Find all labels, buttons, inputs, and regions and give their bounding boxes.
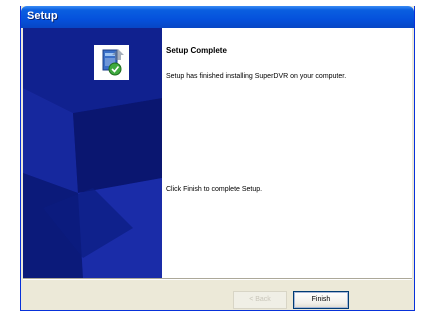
window-title: Setup	[27, 10, 58, 22]
title-bar[interactable]: Setup	[21, 6, 414, 28]
setup-installer-icon	[94, 45, 129, 80]
back-button[interactable]: < Back	[233, 291, 287, 309]
button-separator	[23, 278, 412, 280]
wizard-content: Setup Complete Setup has finished instal…	[23, 28, 412, 278]
finish-message: Setup has finished installing SuperDVR o…	[166, 73, 347, 80]
finish-instruction: Click Finish to complete Setup.	[166, 186, 263, 193]
banner-graphic	[23, 28, 162, 278]
page-heading: Setup Complete	[166, 46, 227, 55]
setup-window: Setup Setup Complete Setup has finished …	[20, 6, 415, 311]
finish-button[interactable]: Finish	[293, 291, 349, 309]
wizard-side-banner	[23, 28, 162, 278]
